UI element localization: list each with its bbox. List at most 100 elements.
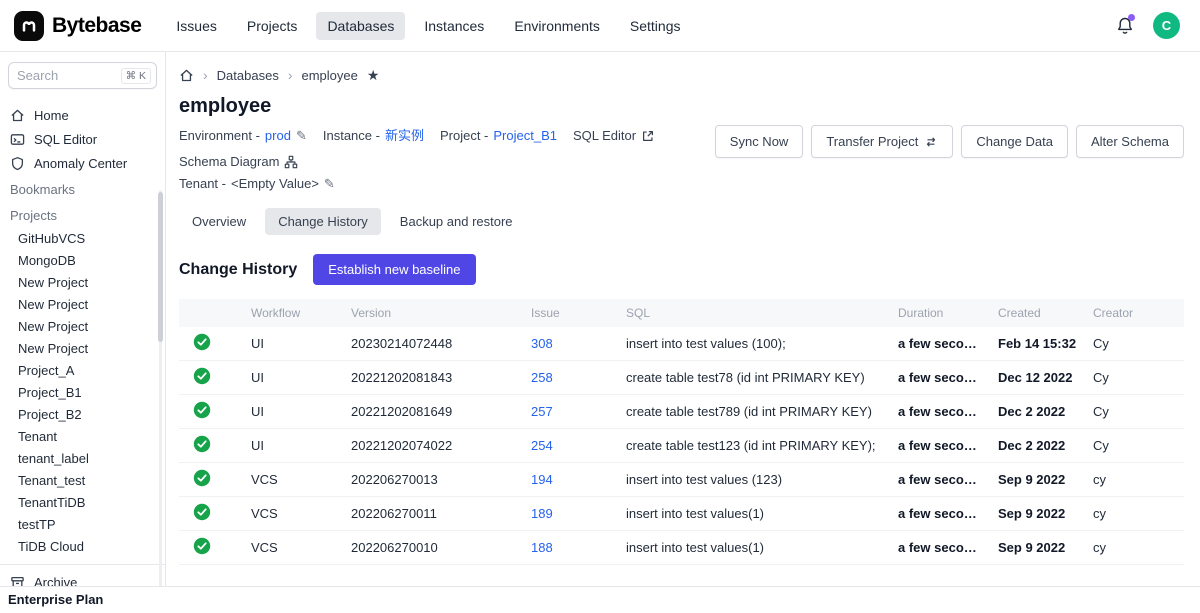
sidebar-project-item[interactable]: TiDB Cloud [0,535,165,557]
home-icon [10,108,25,123]
sidebar-project-item[interactable]: Tenant_test [0,469,165,491]
nav-settings[interactable]: Settings [619,12,692,40]
sidebar-project-item[interactable]: Project_B2 [0,403,165,425]
archive-section: Archive [0,564,165,586]
col-version: Version [343,299,523,327]
sidebar-item-anomaly-center[interactable]: Anomaly Center [0,151,165,175]
header-row: Environment - prod ✎ Instance - 新实例 Proj… [179,125,1184,195]
table-row[interactable]: UI 20221202081843 258 create table test7… [179,361,1184,395]
col-workflow: Workflow [243,299,343,327]
cell-version: 202206270013 [343,463,523,497]
nav-databases[interactable]: Databases [316,12,405,40]
issue-link[interactable]: 188 [523,531,618,565]
table-body: UI 20230214072448 308 insert into test v… [179,327,1184,565]
table-row[interactable]: UI 20221202081649 257 create table test7… [179,395,1184,429]
cell-duration: a few seconds [890,327,990,361]
col-issue: Issue [523,299,618,327]
issue-link[interactable]: 257 [523,395,618,429]
sql-editor-link[interactable]: SQL Editor [573,125,655,147]
cell-sql: insert into test values (123) [618,463,890,497]
nav-issues[interactable]: Issues [165,12,227,40]
sidebar-item-label: Archive [34,575,77,587]
nav-projects[interactable]: Projects [236,12,309,40]
sidebar-scrollbar[interactable] [158,192,163,342]
project-meta: Project - Project_B1 [440,125,557,147]
change-data-button[interactable]: Change Data [961,125,1068,158]
terminal-icon [10,132,25,147]
table-row[interactable]: VCS 202206270013 194 insert into test va… [179,463,1184,497]
tenant-meta: Tenant - <Empty Value> ✎ [179,173,335,195]
breadcrumb-employee[interactable]: employee [302,68,358,83]
edit-pencil-icon[interactable]: ✎ [296,125,307,147]
breadcrumb: › Databases › employee ★ [179,62,1184,88]
sync-now-button[interactable]: Sync Now [715,125,804,158]
project-label: tenant_label [18,451,89,466]
avatar[interactable]: C [1153,12,1180,39]
sidebar-item-home[interactable]: Home [0,103,165,127]
search-shortcut-badge: ⌘ K [121,68,151,84]
tab-change-history[interactable]: Change History [265,208,381,235]
bookmark-star-icon[interactable]: ★ [367,67,380,84]
issue-link[interactable]: 308 [523,327,618,361]
meta-line-2: Tenant - <Empty Value> ✎ [179,173,715,195]
table-row[interactable]: VCS 202206270010 188 insert into test va… [179,531,1184,565]
table-row[interactable]: VCS 202206270011 189 insert into test va… [179,497,1184,531]
schema-diagram-link[interactable]: Schema Diagram [179,151,298,173]
alter-schema-button[interactable]: Alter Schema [1076,125,1184,158]
issue-link[interactable]: 258 [523,361,618,395]
establish-baseline-button[interactable]: Establish new baseline [313,254,475,285]
environment-meta: Environment - prod ✎ [179,125,307,147]
cell-duration: a few seconds [890,531,990,565]
tab-overview[interactable]: Overview [179,208,259,235]
notification-bell-icon[interactable] [1115,16,1135,36]
sidebar-project-item[interactable]: MongoDB [0,249,165,271]
sidebar-project-item[interactable]: tenant_label [0,447,165,469]
cell-created: Feb 14 15:32 [990,327,1085,361]
project-label: Project_B1 [18,385,82,400]
sidebar-item-label: SQL Editor [34,132,97,147]
notification-dot [1128,14,1135,21]
home-icon[interactable] [179,68,194,83]
sidebar-project-item[interactable]: Project_A [0,359,165,381]
cell-workflow: VCS [243,497,343,531]
sidebar-item-sql-editor[interactable]: SQL Editor [0,127,165,151]
sidebar-project-item[interactable]: New Project [0,337,165,359]
brand[interactable]: Bytebase [14,11,141,41]
environment-link[interactable]: prod [265,125,291,147]
tab-bar: Overview Change History Backup and resto… [179,208,1184,235]
sidebar-project-item[interactable]: GitHubVCS [0,227,165,249]
table-row[interactable]: UI 20230214072448 308 insert into test v… [179,327,1184,361]
breadcrumb-databases[interactable]: Databases [217,68,279,83]
project-label: New Project [18,319,88,334]
issue-link[interactable]: 189 [523,497,618,531]
project-link[interactable]: Project_B1 [493,125,557,147]
table-header: Workflow Version Issue SQL Duration Crea… [179,299,1184,327]
sidebar-project-item[interactable]: New Project [0,315,165,337]
tab-backup-restore[interactable]: Backup and restore [387,208,526,235]
sidebar-project-item[interactable]: testTP [0,513,165,535]
section-title: Change History [179,261,297,279]
table-row[interactable]: UI 20221202074022 254 create table test1… [179,429,1184,463]
cell-creator: cy [1085,531,1184,565]
page-actions: Sync Now Transfer Project Change Data Al… [715,125,1184,158]
transfer-project-button[interactable]: Transfer Project [811,125,953,158]
sidebar-project-item[interactable]: New Project [0,271,165,293]
sidebar-item-archive[interactable]: Archive [0,570,165,586]
nav-instances[interactable]: Instances [413,12,495,40]
cell-duration: a few seconds [890,395,990,429]
issue-link[interactable]: 254 [523,429,618,463]
issue-link[interactable]: 194 [523,463,618,497]
edit-pencil-icon[interactable]: ✎ [324,173,335,195]
search-input[interactable]: Search ⌘ K [8,62,157,89]
cell-workflow: UI [243,395,343,429]
cell-sql: insert into test values(1) [618,531,890,565]
cell-duration: a few seconds [890,429,990,463]
sidebar-project-item[interactable]: Tenant [0,425,165,447]
instance-link[interactable]: 新实例 [385,125,424,147]
cell-duration: a few seconds [890,463,990,497]
sidebar-project-item[interactable]: Project_B1 [0,381,165,403]
environment-label: Environment - [179,125,260,147]
nav-environments[interactable]: Environments [503,12,611,40]
sidebar-project-item[interactable]: New Project [0,293,165,315]
sidebar-project-item[interactable]: TenantTiDB [0,491,165,513]
